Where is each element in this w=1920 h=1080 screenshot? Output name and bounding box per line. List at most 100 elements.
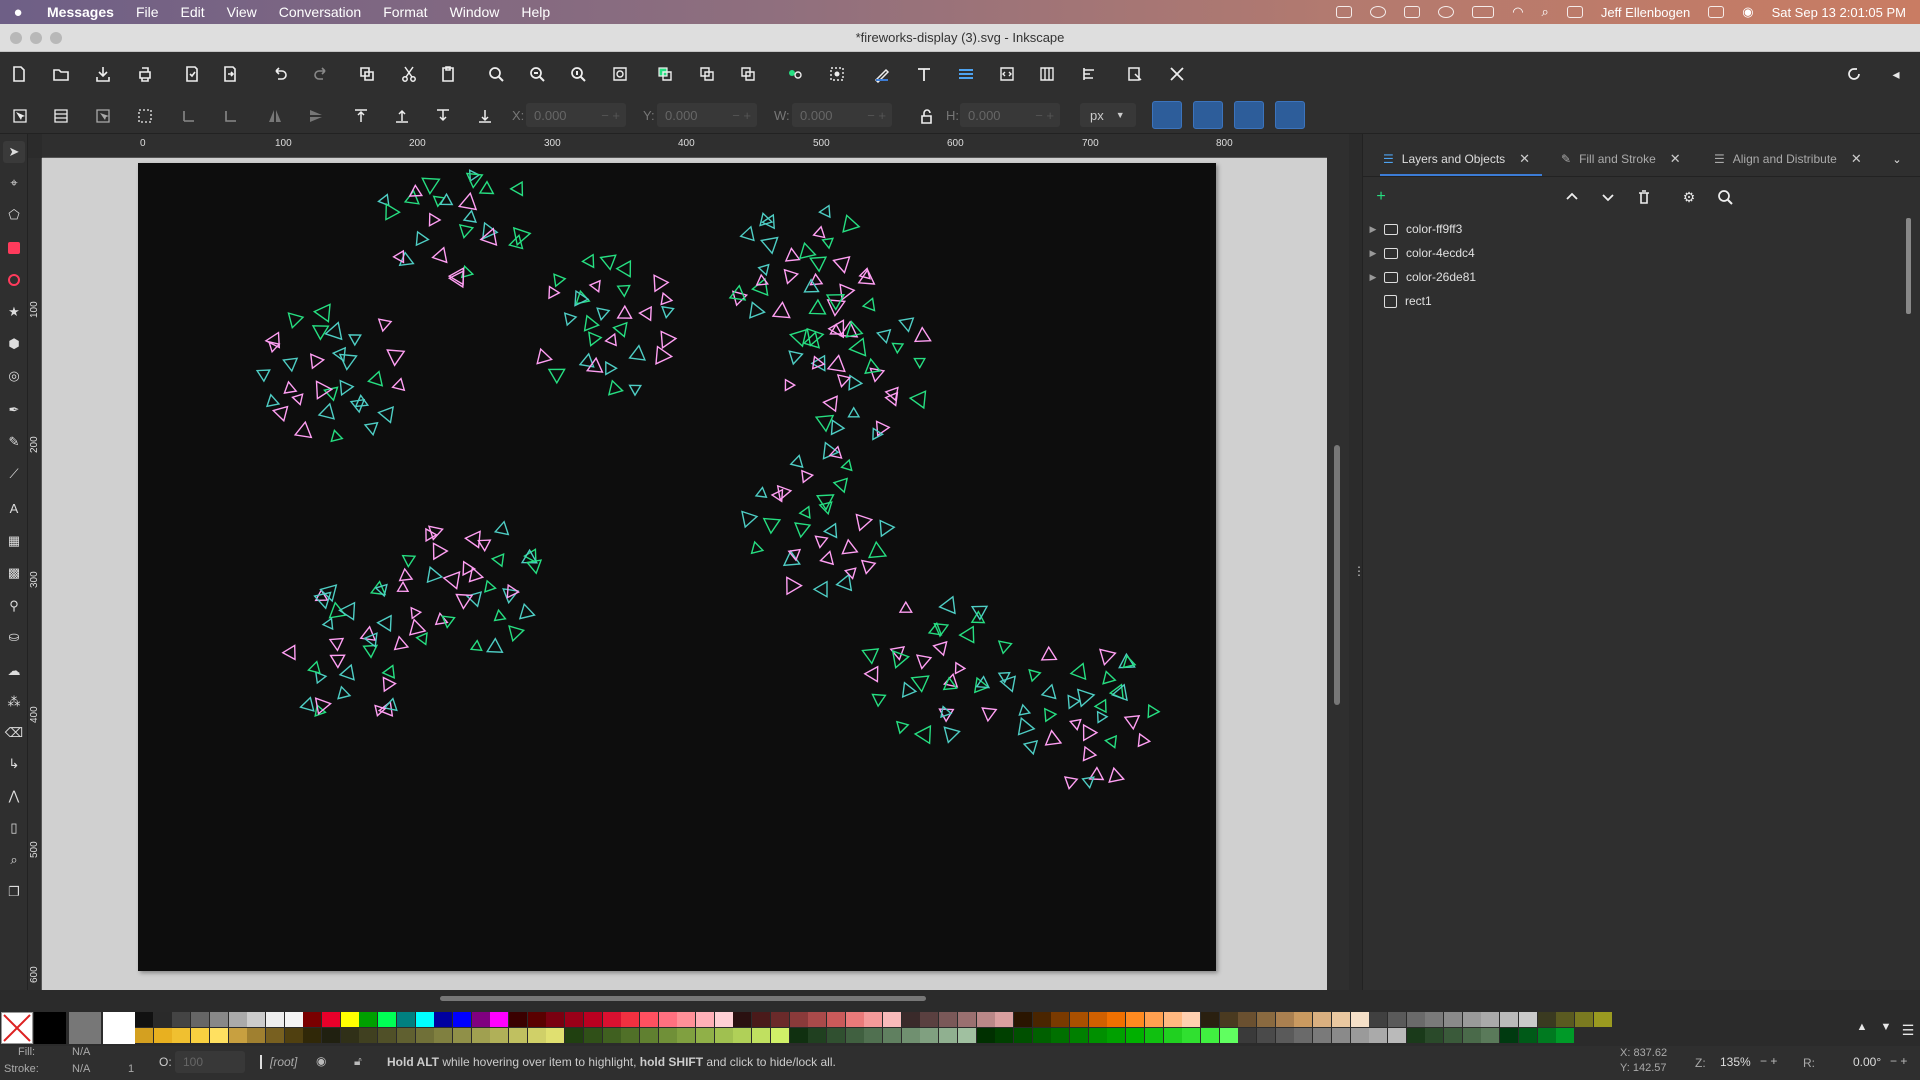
color-swatch[interactable]	[247, 1028, 266, 1043]
color-swatch[interactable]	[565, 1028, 584, 1043]
layers-objects-icon[interactable]	[955, 63, 977, 85]
color-swatch[interactable]	[1257, 1012, 1275, 1027]
h-input[interactable]: 0.000 − +	[960, 103, 1060, 127]
spiral-tool-icon[interactable]: ◎	[3, 365, 25, 387]
color-swatch[interactable]	[1518, 1012, 1537, 1027]
firework-triangle[interactable]	[367, 370, 384, 387]
color-swatch[interactable]	[1126, 1028, 1145, 1043]
firework-triangle[interactable]	[363, 421, 379, 437]
color-swatch[interactable]	[378, 1012, 397, 1027]
firework-triangle[interactable]	[788, 350, 804, 366]
firework-triangle[interactable]	[860, 559, 877, 575]
color-swatch[interactable]	[770, 1028, 789, 1043]
firework-triangle[interactable]	[493, 520, 510, 536]
firework-triangle[interactable]	[401, 554, 417, 568]
firework-triangle[interactable]	[309, 353, 326, 370]
invert-selection-icon[interactable]	[92, 105, 114, 127]
color-swatch[interactable]	[639, 1012, 658, 1027]
firework-triangle[interactable]	[490, 552, 505, 568]
ellipse-tool-icon[interactable]	[3, 269, 25, 291]
y-stepper-icon[interactable]: − +	[732, 108, 751, 123]
firework-triangle[interactable]	[415, 230, 430, 247]
screen-mirroring-icon[interactable]	[1566, 6, 1583, 18]
firework-triangle[interactable]	[255, 369, 271, 383]
color-swatch[interactable]	[153, 1012, 172, 1027]
firework-triangle[interactable]	[393, 635, 410, 651]
connector-tool-icon[interactable]: ↳	[3, 753, 25, 775]
lower-icon[interactable]	[432, 105, 454, 127]
no-paint-swatch[interactable]	[1, 1012, 33, 1044]
firework-triangle[interactable]	[818, 204, 831, 219]
firework-triangle[interactable]	[386, 349, 406, 367]
print-icon[interactable]	[134, 63, 156, 85]
color-swatch[interactable]	[1444, 1028, 1462, 1043]
firework-triangle[interactable]	[826, 354, 846, 373]
firework-triangle[interactable]	[321, 617, 334, 631]
firework-triangle[interactable]	[347, 334, 362, 347]
firework-triangle[interactable]	[908, 390, 927, 410]
x-stepper-icon[interactable]: − +	[601, 108, 620, 123]
firework-triangle[interactable]	[607, 379, 624, 396]
firework-triangle[interactable]	[1040, 683, 1057, 700]
color-swatch[interactable]	[546, 1028, 565, 1043]
firework-triangle[interactable]	[1017, 716, 1036, 736]
color-swatch[interactable]	[583, 1028, 602, 1043]
firework-triangle[interactable]	[415, 631, 428, 646]
open-file-icon[interactable]	[50, 63, 72, 85]
minimize-window-button[interactable]	[30, 32, 42, 44]
snap-toggle-icon[interactable]	[1843, 63, 1865, 85]
scale-corners-toggle[interactable]	[1193, 101, 1223, 129]
flip-vertical-icon[interactable]	[305, 105, 327, 127]
color-swatch[interactable]	[826, 1028, 845, 1043]
color-swatch[interactable]	[789, 1012, 808, 1027]
color-swatch[interactable]	[34, 1012, 66, 1044]
firework-triangle[interactable]	[819, 550, 835, 566]
panel-menu-chevron-icon[interactable]: ⌄	[1886, 148, 1908, 170]
color-swatch[interactable]	[1126, 1012, 1145, 1027]
tab-align-distribute[interactable]: ☰ Align and Distribute ✕	[1714, 143, 1862, 175]
color-swatch[interactable]	[1481, 1028, 1500, 1043]
firework-triangle[interactable]	[410, 606, 423, 620]
firework-triangle[interactable]	[426, 565, 444, 584]
color-swatch[interactable]	[845, 1012, 864, 1027]
color-swatch[interactable]	[265, 1028, 284, 1043]
document-page[interactable]	[138, 140, 1216, 971]
color-swatch[interactable]	[340, 1012, 359, 1027]
color-swatch[interactable]	[153, 1028, 172, 1043]
firework-triangle[interactable]	[547, 368, 566, 385]
firework-triangle[interactable]	[789, 454, 804, 469]
color-swatch[interactable]	[639, 1028, 658, 1043]
firework-triangle[interactable]	[798, 505, 811, 519]
color-swatch[interactable]	[602, 1028, 621, 1043]
lock-icon[interactable]: 🔓︎	[354, 1054, 362, 1069]
layer-row[interactable]: ▶ color-4ecdc4	[1366, 242, 1906, 264]
firework-triangle[interactable]	[1123, 714, 1141, 731]
firework-triangle[interactable]	[615, 259, 632, 278]
firework-triangle[interactable]	[1069, 662, 1087, 681]
firework-triangle[interactable]	[536, 347, 553, 365]
color-swatch[interactable]	[527, 1028, 546, 1043]
redo-icon[interactable]	[310, 63, 332, 85]
firework-triangle[interactable]	[901, 681, 918, 699]
firework-triangle[interactable]	[997, 640, 1013, 655]
firework-triangle[interactable]	[783, 268, 800, 285]
color-swatch[interactable]	[995, 1028, 1014, 1043]
firework-triangle[interactable]	[1068, 718, 1082, 731]
lpe-tool-icon[interactable]: ⋀	[3, 785, 25, 807]
firework-triangle[interactable]	[750, 540, 765, 555]
firework-triangle[interactable]	[442, 571, 461, 590]
star-tool-icon[interactable]: ★	[3, 301, 25, 323]
lock-ratio-icon[interactable]	[915, 105, 937, 127]
color-swatch[interactable]	[1219, 1012, 1238, 1027]
ungroup-icon[interactable]	[826, 63, 848, 85]
firework-triangle[interactable]	[808, 298, 827, 315]
lower-to-bottom-icon[interactable]	[474, 105, 496, 127]
firework-triangle[interactable]	[616, 284, 631, 298]
vertical-scrollbar[interactable]	[1334, 445, 1340, 705]
firework-triangle[interactable]	[506, 583, 520, 599]
color-swatch[interactable]	[901, 1012, 920, 1027]
firework-triangle[interactable]	[855, 513, 874, 532]
color-swatch[interactable]	[209, 1028, 228, 1043]
color-swatch[interactable]	[995, 1012, 1014, 1027]
color-swatch[interactable]	[565, 1012, 584, 1027]
